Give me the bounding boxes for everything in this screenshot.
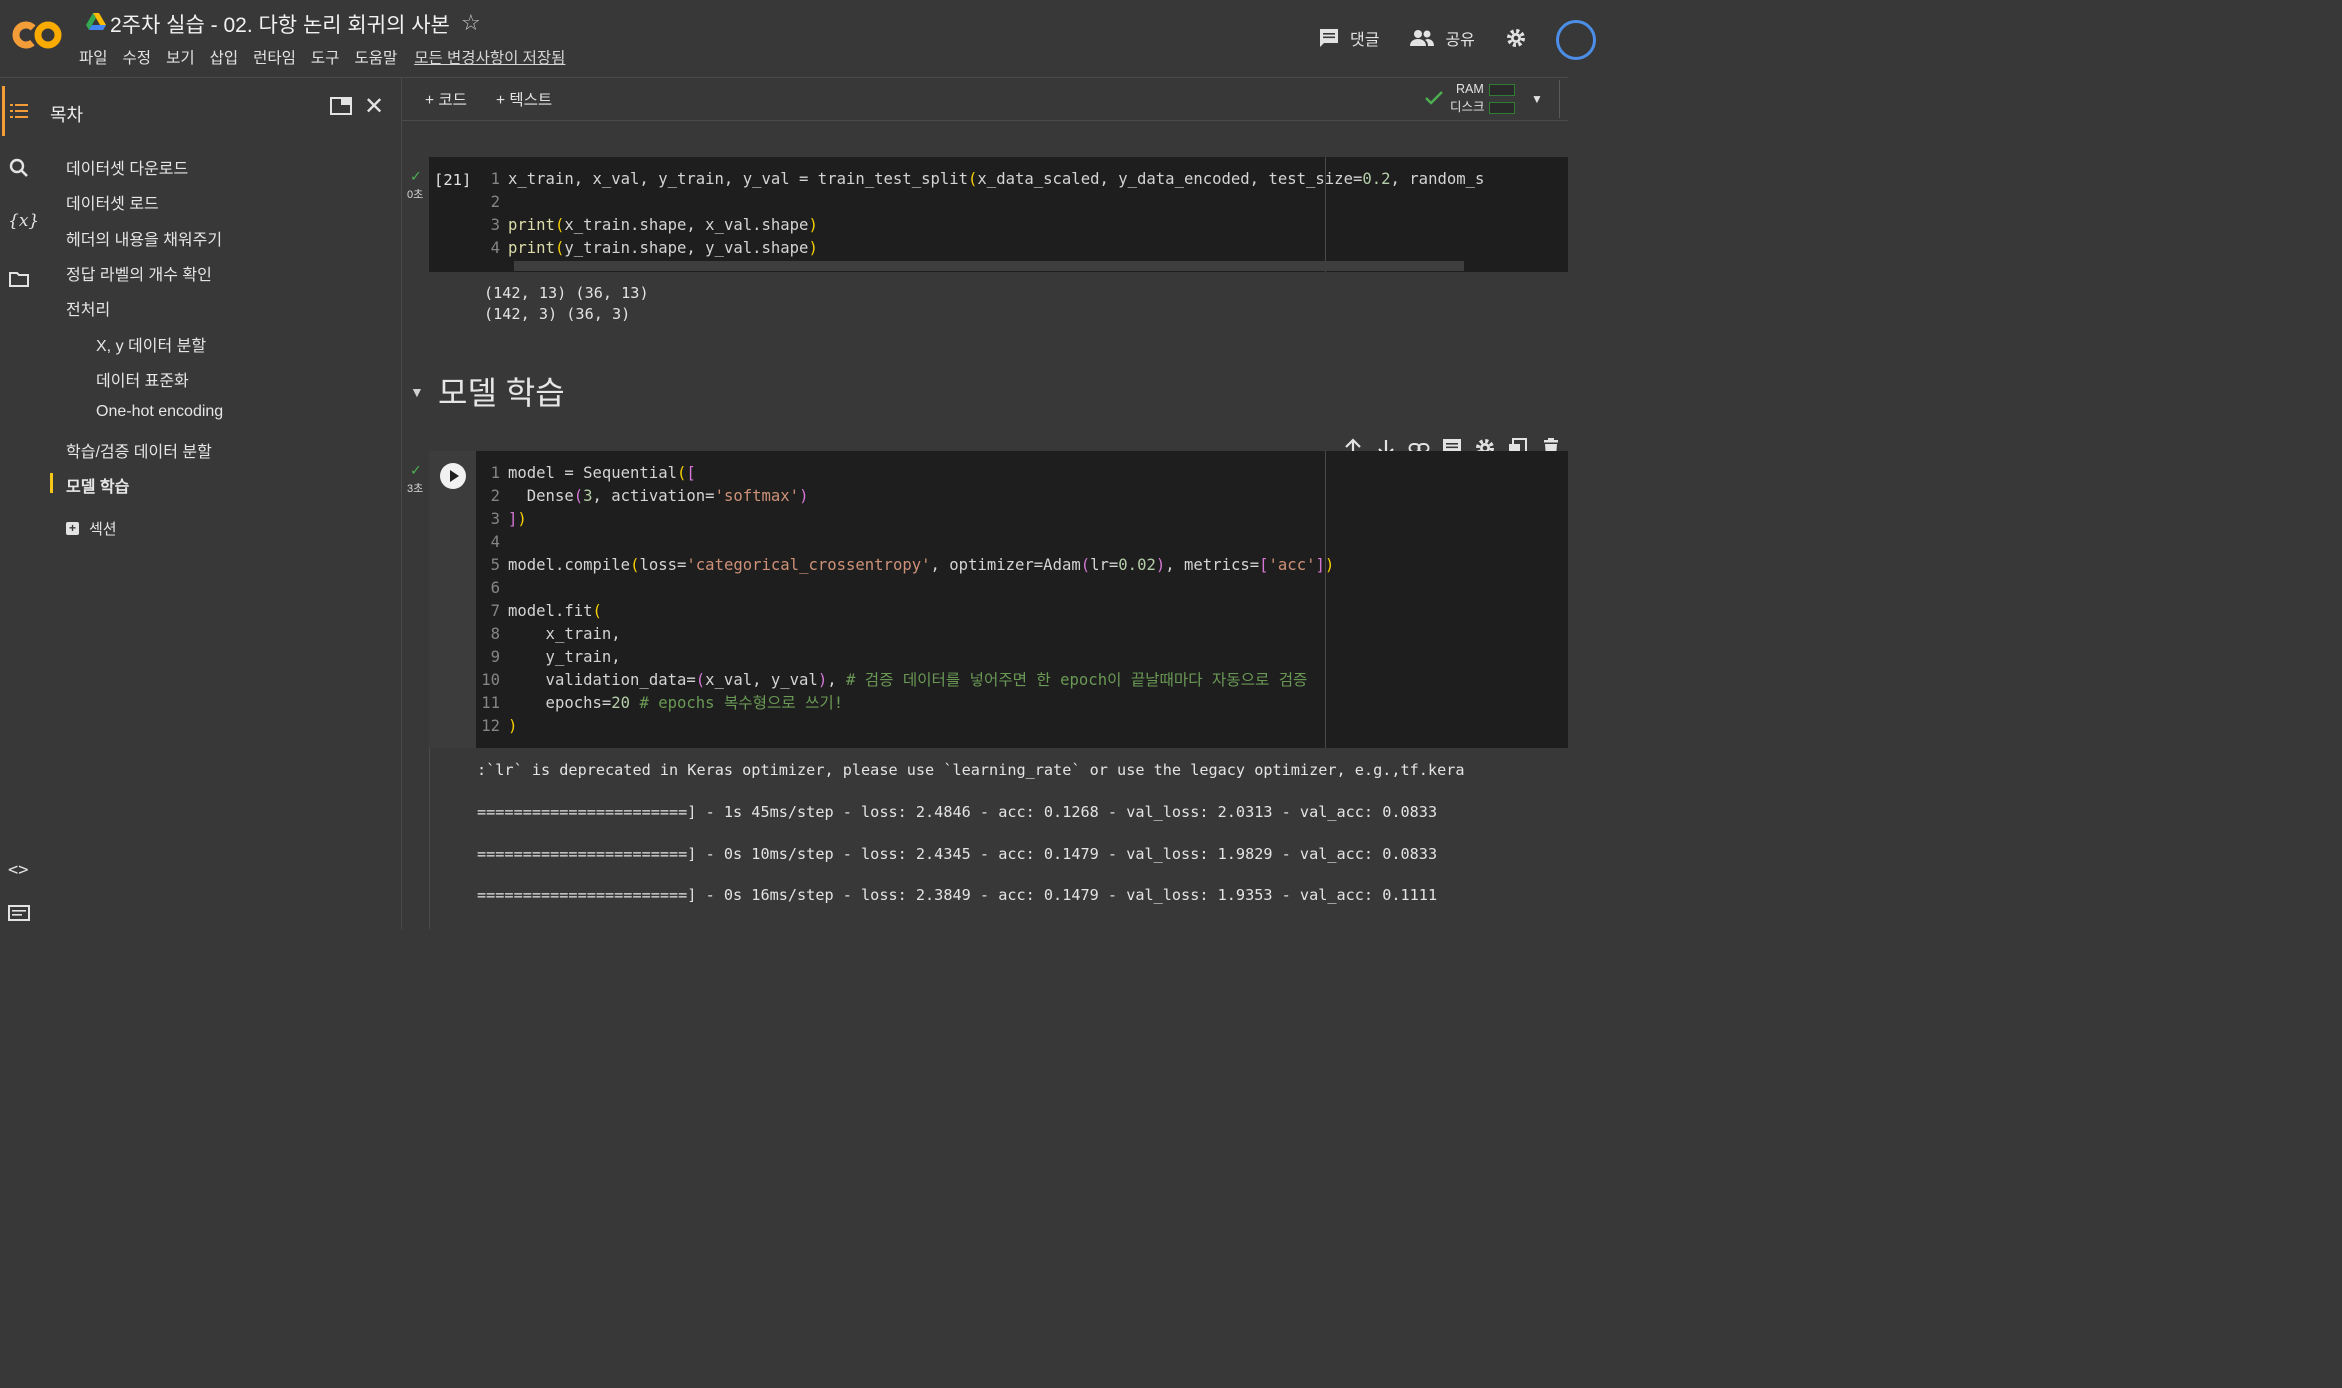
toc-active-indicator [50, 473, 53, 493]
terminal-icon[interactable] [8, 902, 30, 924]
colab-logo[interactable] [12, 18, 62, 52]
document-title[interactable]: 2주차 실습 - 02. 다항 논리 회귀의 사본 [110, 9, 450, 39]
avatar[interactable] [1556, 20, 1596, 60]
comment-icon [1320, 29, 1338, 47]
cell2-exec-time: 3초 [407, 483, 424, 495]
add-code-button[interactable]: + 코드 [425, 88, 467, 110]
menu-help[interactable]: 도움말 [354, 46, 397, 68]
resource-indicator[interactable]: RAM 디스크 [1450, 80, 1485, 116]
menu-file[interactable]: 파일 [79, 46, 108, 68]
notebook-toolbar [402, 78, 1568, 121]
cell2-code[interactable]: 1 model = Sequential([ 2 Dense(3, activat… [476, 462, 1334, 738]
menu-edit[interactable]: 수정 [123, 46, 152, 68]
rail-active-indicator [2, 86, 5, 136]
settings-icon[interactable] [1505, 27, 1527, 49]
cell2-success-icon: ✓ [410, 462, 422, 478]
add-text-button[interactable]: + 텍스트 [496, 88, 552, 110]
toc-item-dataset-load[interactable]: 데이터셋 로드 [66, 190, 159, 214]
cell2-output-line-4: =======================] - 0s 16ms/step … [477, 886, 1438, 904]
menu-runtime[interactable]: 런타임 [253, 46, 296, 68]
share-label: 공유 [1445, 32, 1475, 49]
toc-item-train-val-split[interactable]: 학습/검증 데이터 분할 [66, 438, 212, 462]
cell1-exec-count: [21] [434, 171, 472, 189]
toc-item-label-count[interactable]: 정답 라벨의 개수 확인 [66, 261, 212, 285]
people-icon [1410, 30, 1435, 46]
toc-item-one-hot[interactable]: One-hot encoding [96, 403, 223, 421]
disk-meter [1489, 102, 1515, 114]
share-button[interactable]: 공유 [1409, 26, 1475, 50]
play-icon [450, 470, 459, 482]
cell1-success-icon: ✓ [410, 168, 422, 184]
collapse-section-icon[interactable]: ▼ [410, 384, 424, 400]
open-in-window-icon[interactable] [330, 97, 352, 115]
star-icon[interactable]: ☆ [461, 10, 481, 36]
toc-item-dataset-download[interactable]: 데이터셋 다운로드 [66, 155, 188, 179]
left-rail [0, 78, 40, 929]
cell1-hscrollbar[interactable] [514, 261, 1464, 271]
search-icon[interactable] [8, 157, 30, 179]
section-heading[interactable]: 모델 학습 [438, 368, 565, 414]
folder-icon[interactable] [8, 268, 30, 290]
toc-item-standardize[interactable]: 데이터 표준화 [96, 367, 189, 391]
toc-item-preprocessing[interactable]: 전처리 [66, 296, 110, 320]
chevron-down-icon[interactable]: ▼ [1531, 92, 1543, 106]
cell1-output-line-1: (142, 13) (36, 13) [484, 284, 649, 302]
cell2-output-line-2: =======================] - 1s 45ms/step … [477, 803, 1438, 821]
toc-item-xy-split[interactable]: X, y 데이터 분할 [96, 332, 206, 356]
cell1-code[interactable]: 1 x_train, x_val, y_train, y_val = train_… [476, 168, 1485, 260]
comment-button[interactable]: 댓글 [1318, 26, 1379, 50]
toolbar-divider [1559, 80, 1560, 118]
menubar: 파일 수정 보기 삽입 런타임 도구 도움말 모든 변경사항이 저장됨 [79, 46, 580, 68]
ram-label: RAM [1456, 82, 1484, 96]
run-cell-button[interactable] [440, 463, 466, 489]
connected-check-icon [1425, 91, 1443, 105]
variables-icon[interactable]: {x} [8, 211, 39, 231]
add-section-button[interactable]: + 섹션 [66, 518, 117, 539]
menu-view[interactable]: 보기 [166, 46, 195, 68]
cell1-exec-time: 0초 [407, 189, 424, 201]
toc-item-model-training[interactable]: 모델 학습 [66, 473, 129, 497]
drive-icon[interactable] [86, 13, 106, 31]
menu-tools[interactable]: 도구 [311, 46, 340, 68]
close-icon[interactable]: ✕ [364, 95, 384, 119]
code-snippets-icon[interactable]: <> [8, 860, 28, 880]
add-icon: + [66, 522, 79, 535]
toc-icon[interactable] [8, 100, 30, 122]
ram-meter [1489, 84, 1515, 96]
saved-status[interactable]: 모든 변경사항이 저장됨 [414, 46, 565, 68]
disk-label: 디스크 [1450, 100, 1485, 114]
header-actions: 댓글 공유 [1318, 26, 1537, 50]
toc-item-fill-header[interactable]: 헤더의 내용을 채워주기 [66, 226, 222, 250]
toc-title: 목차 [50, 105, 84, 125]
cell2-gutter [429, 451, 476, 748]
cell2-output-line-1: :`lr` is deprecated in Keras optimizer, … [477, 761, 1465, 779]
cell1-output-line-2: (142, 3) (36, 3) [484, 305, 631, 323]
menu-insert[interactable]: 삽입 [210, 46, 239, 68]
comment-label: 댓글 [1350, 32, 1380, 49]
cell2-output-line-3: =======================] - 0s 10ms/step … [477, 845, 1438, 863]
add-section-label: 섹션 [89, 521, 117, 538]
